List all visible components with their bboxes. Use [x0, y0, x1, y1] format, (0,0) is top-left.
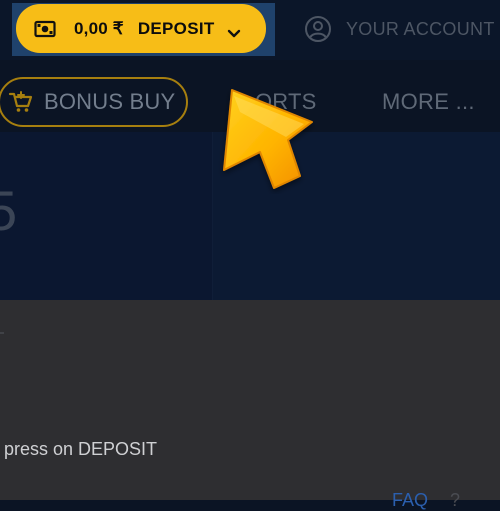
hero-digit: 5 — [0, 179, 18, 242]
hero-left-panel: 5 — [0, 132, 212, 300]
chevron-down-icon — [227, 24, 241, 37]
deposit-label: DEPOSIT — [137, 18, 215, 38]
deposit-button[interactable]: 0,00 ₹ DEPOSIT — [16, 4, 266, 53]
faq-link[interactable]: FAQ — [392, 490, 428, 511]
wallet-icon — [34, 18, 56, 40]
help-icon[interactable]: ? — [450, 490, 460, 511]
bonus-buy-button[interactable]: BONUS BUY — [0, 77, 188, 127]
main-nav: BONUS BUY ORTS MORE ... — [0, 72, 500, 132]
top-bar: 0,00 ₹ DEPOSIT YOUR ACCOUNT — [0, 0, 500, 60]
instruction-text: press on DEPOSIT — [4, 439, 158, 459]
bonus-buy-label: BONUS BUY — [44, 89, 176, 114]
account-link[interactable]: YOUR ACCOUNT — [304, 12, 495, 46]
nav-more[interactable]: MORE ... — [382, 89, 475, 115]
nav-sports[interactable]: ORTS — [255, 89, 317, 115]
hero-divider — [212, 132, 213, 300]
divider-dash — [0, 332, 4, 334]
cart-icon — [8, 89, 34, 115]
account-label: YOUR ACCOUNT — [346, 18, 495, 39]
balance-amount: 0,00 ₹ — [74, 18, 124, 38]
hero-banner: 5 — [0, 132, 500, 300]
user-circle-icon — [304, 15, 332, 43]
content-panel: press on DEPOSIT FAQ ? — [0, 300, 500, 510]
